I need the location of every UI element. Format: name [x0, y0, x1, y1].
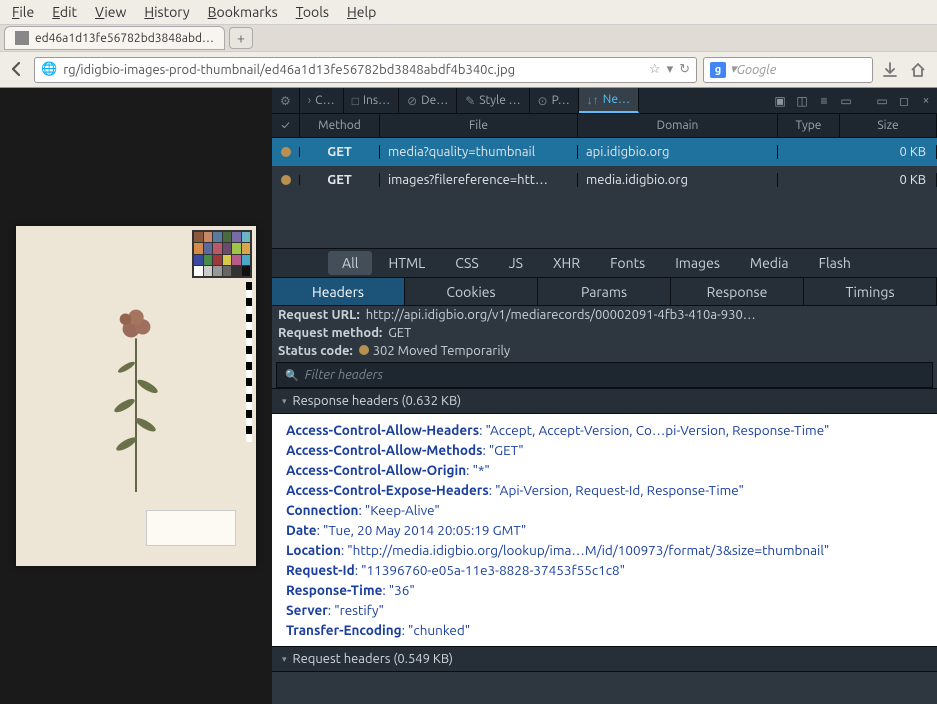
menu-file[interactable]: File [4, 2, 42, 22]
toolbox-icon[interactable]: ▣ [769, 94, 791, 108]
home-icon[interactable] [907, 59, 929, 81]
request-headers-section[interactable]: Request headers (0.549 KB) [272, 646, 937, 672]
request-summary: Request URL: http://api.idigbio.org/v1/m… [272, 306, 937, 360]
response-header-row: Response-Time: "36" [286, 580, 923, 600]
network-request-row[interactable]: GETmedia?quality=thumbnailapi.idigbio.or… [272, 138, 937, 166]
color-calibration-chart [192, 230, 252, 278]
specimen-label [146, 510, 236, 546]
bookmark-icon[interactable]: ☆ [649, 62, 661, 77]
col-size[interactable]: Size [840, 114, 937, 137]
menu-bookmarks[interactable]: Bookmarks [200, 2, 286, 22]
filter-tab-fonts[interactable]: Fonts [596, 251, 659, 275]
filter-tab-images[interactable]: Images [661, 251, 734, 275]
status-dot-icon [359, 345, 369, 355]
new-tab-button[interactable]: + [229, 27, 253, 49]
col-domain[interactable]: Domain [578, 114, 778, 137]
response-header-row: Request-Id: "11396760-e05a-11e3-8828-374… [286, 560, 923, 580]
devtools-tab[interactable]: ⊘De… [399, 88, 457, 113]
popout-icon[interactable]: ◻ [893, 94, 915, 108]
filter-tab-html[interactable]: HTML [374, 251, 439, 275]
subtab-params[interactable]: Params [538, 278, 671, 305]
google-icon: g [710, 62, 726, 78]
tab-strip: ed46a1d13fe56782bd3848abd… + [0, 24, 937, 52]
response-header-row: Connection: "Keep-Alive" [286, 500, 923, 520]
tab-title: ed46a1d13fe56782bd3848abd… [35, 32, 214, 45]
scale-ruler [246, 282, 252, 442]
window-icon[interactable]: ▭ [835, 94, 857, 108]
search-placeholder: Google [737, 63, 777, 77]
filter-tab-css[interactable]: CSS [441, 251, 492, 275]
navigation-bar: 🌐 rg/idigbio-images-prod-thumbnail/ed46a… [0, 52, 937, 88]
globe-icon: 🌐 [41, 62, 57, 77]
menu-bar: FileEditViewHistoryBookmarksToolsHelp [0, 0, 937, 24]
response-header-row: Transfer-Encoding: "chunked" [286, 620, 923, 640]
response-header-row: Server: "restify" [286, 600, 923, 620]
response-header-row: Access-Control-Allow-Methods: "GET" [286, 440, 923, 460]
devtools-tab[interactable]: □Ins… [344, 88, 399, 113]
specimen-image [16, 226, 256, 566]
response-header-row: Access-Control-Expose-Headers: "Api-Vers… [286, 480, 923, 500]
search-bar[interactable]: g ▾ Google [703, 57, 873, 83]
response-header-row: Access-Control-Allow-Origin: "*" [286, 460, 923, 480]
network-request-row[interactable]: GETimages?filereference=htt…media.idigbi… [272, 166, 937, 194]
col-status[interactable]: ✓ [272, 114, 300, 137]
subtab-response[interactable]: Response [671, 278, 804, 305]
menu-help[interactable]: Help [339, 2, 384, 22]
devtools-tab[interactable]: ›C… [300, 88, 344, 113]
filter-tab-xhr[interactable]: XHR [539, 251, 594, 275]
reload-icon[interactable]: ↻ [679, 62, 690, 77]
col-type[interactable]: Type [778, 114, 840, 137]
subtab-cookies[interactable]: Cookies [405, 278, 538, 305]
response-header-row: Access-Control-Allow-Headers: "Accept, A… [286, 420, 923, 440]
filter-tab-js[interactable]: JS [495, 251, 537, 275]
response-header-row: Location: "http://media.idigbio.org/look… [286, 540, 923, 560]
close-devtools-icon[interactable]: × [915, 94, 937, 108]
filter-tab-flash[interactable]: Flash [805, 251, 865, 275]
devtools-tab[interactable]: ✎Style … [457, 88, 529, 113]
page-viewport [0, 88, 272, 704]
response-headers-section[interactable]: Response headers (0.632 KB) [272, 388, 937, 414]
devtools-tab[interactable]: ↓↑Ne… [579, 88, 639, 113]
browser-tab[interactable]: ed46a1d13fe56782bd3848abd… [4, 26, 225, 50]
list-icon[interactable]: ≡ [813, 94, 835, 108]
url-text: rg/idigbio-images-prod-thumbnail/ed46a1d… [63, 63, 515, 77]
subtab-timings[interactable]: Timings [804, 278, 937, 305]
back-button[interactable] [8, 60, 28, 80]
subtab-headers[interactable]: Headers [272, 278, 405, 305]
tab-favicon [15, 31, 29, 45]
devtools-tab[interactable]: ⊙P… [530, 88, 579, 113]
downloads-icon[interactable] [879, 59, 901, 81]
dropdown-icon[interactable]: ▾ [667, 62, 674, 77]
menu-view[interactable]: View [87, 2, 134, 22]
network-table-header: ✓ Method File Domain Type Size [272, 114, 937, 138]
col-method[interactable]: Method [300, 114, 380, 137]
request-detail-tabs: HeadersCookiesParamsResponseTimings [272, 278, 937, 306]
filter-headers-input[interactable]: Filter headers [276, 362, 933, 388]
url-bar[interactable]: 🌐 rg/idigbio-images-prod-thumbnail/ed46a… [34, 57, 697, 83]
devtools-tab[interactable]: ⚙ [272, 88, 300, 113]
filter-tab-media[interactable]: Media [736, 251, 803, 275]
devtools-panel: ⚙›C…□Ins…⊘De…✎Style …⊙P…↓↑Ne… ▣ ◫ ≡ ▭ ▭ … [272, 88, 937, 704]
response-headers-list: Access-Control-Allow-Headers: "Accept, A… [272, 414, 937, 646]
filter-tab-all[interactable]: All [328, 251, 372, 275]
menu-edit[interactable]: Edit [44, 2, 85, 22]
plant-silhouette [112, 260, 160, 532]
devtools-toolbar: ⚙›C…□Ins…⊘De…✎Style …⊙P…↓↑Ne… ▣ ◫ ≡ ▭ ▭ … [272, 88, 937, 114]
menu-history[interactable]: History [136, 2, 197, 22]
col-file[interactable]: File [380, 114, 578, 137]
dock-icon[interactable]: ▭ [871, 94, 893, 108]
menu-tools[interactable]: Tools [288, 2, 337, 22]
box-icon[interactable]: ◫ [791, 94, 813, 108]
network-filter-tabs: AllHTMLCSSJSXHRFontsImagesMediaFlash [272, 248, 937, 278]
response-header-row: Date: "Tue, 20 May 2014 20:05:19 GMT" [286, 520, 923, 540]
